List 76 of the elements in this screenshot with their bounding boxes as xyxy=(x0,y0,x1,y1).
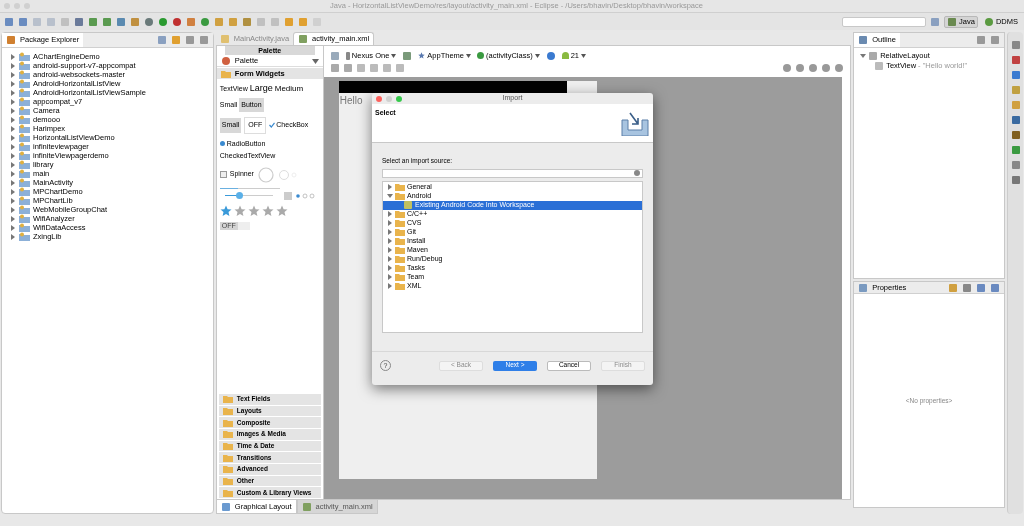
project-folder-icon xyxy=(19,232,30,241)
collapsed-arrow-icon[interactable] xyxy=(10,98,16,105)
filled-star-icon xyxy=(219,204,232,217)
collapsed-arrow-icon[interactable] xyxy=(387,265,393,272)
project-folder-icon xyxy=(19,106,30,115)
collapsed-arrow-icon[interactable] xyxy=(10,80,16,87)
collapsed-arrow-icon[interactable] xyxy=(10,125,16,132)
collapsed-arrow-icon[interactable] xyxy=(10,206,16,213)
project-folder-icon xyxy=(19,187,30,196)
progress-circles-drawing xyxy=(257,166,298,183)
zoom-button[interactable] xyxy=(396,95,402,102)
project-folder-icon xyxy=(19,223,30,232)
clear-icon[interactable] xyxy=(634,170,640,177)
collapsed-arrow-icon[interactable] xyxy=(10,224,16,231)
collapsed-arrow-icon[interactable] xyxy=(387,238,393,245)
collapsed-arrow-icon[interactable] xyxy=(387,229,393,236)
quick-contact-widget[interactable] xyxy=(283,191,292,200)
collapsed-arrow-icon[interactable] xyxy=(10,116,16,123)
expanded-arrow-icon[interactable] xyxy=(860,53,867,59)
collapsed-arrow-icon[interactable] xyxy=(10,152,16,159)
collapsed-arrow-icon[interactable] xyxy=(10,170,16,177)
radio-group-drawing xyxy=(294,192,317,199)
dropdown-arrow-icon xyxy=(311,58,319,64)
close-button[interactable] xyxy=(376,95,382,102)
project-folder-icon xyxy=(19,196,30,205)
collapsed-arrow-icon[interactable] xyxy=(10,161,16,168)
hello-text: Hello xyxy=(338,94,364,108)
collapsed-arrow-icon[interactable] xyxy=(10,62,16,69)
collapsed-arrow-icon[interactable] xyxy=(10,197,16,204)
collapsed-arrow-icon[interactable] xyxy=(10,107,16,114)
collapsed-arrow-icon[interactable] xyxy=(10,134,16,141)
project-folder-icon xyxy=(19,115,30,124)
project-folder-icon xyxy=(19,178,30,187)
project-folder-icon xyxy=(19,142,30,151)
caret-icon xyxy=(534,53,540,58)
project-folder-icon xyxy=(19,124,30,133)
filter-field[interactable] xyxy=(382,168,643,178)
collapsed-arrow-icon[interactable] xyxy=(10,188,16,195)
project-folder-icon xyxy=(19,97,30,106)
star-icon xyxy=(418,52,426,59)
project-folder-icon xyxy=(19,52,30,61)
collapsed-arrow-icon[interactable] xyxy=(387,256,393,263)
quick-access-field[interactable] xyxy=(842,16,927,27)
project-folder-icon xyxy=(19,61,30,70)
run-icon[interactable] xyxy=(158,16,168,27)
collapsed-arrow-icon[interactable] xyxy=(10,71,16,78)
collapsed-arrow-icon[interactable] xyxy=(387,283,393,290)
collapsed-arrow-icon[interactable] xyxy=(387,184,393,191)
caret-icon xyxy=(466,53,471,58)
project-folder-icon xyxy=(19,70,30,79)
collapsed-arrow-icon[interactable] xyxy=(10,143,16,150)
project-folder-icon xyxy=(19,160,30,169)
medium-text-widget[interactable]: Medium xyxy=(274,82,304,95)
collapsed-arrow-icon[interactable] xyxy=(10,233,16,240)
collapsed-arrow-icon[interactable] xyxy=(387,247,393,254)
large-text-widget[interactable]: Large xyxy=(249,82,273,96)
collapsed-arrow-icon[interactable] xyxy=(387,274,393,281)
project-folder-icon xyxy=(19,169,30,178)
expanded-arrow-icon[interactable] xyxy=(387,193,393,200)
project-folder-icon xyxy=(19,79,30,88)
collapsed-arrow-icon[interactable] xyxy=(10,89,16,96)
collapsed-arrow-icon[interactable] xyxy=(10,179,16,186)
collapsed-arrow-icon[interactable] xyxy=(387,211,393,218)
project-folder-icon xyxy=(19,133,30,142)
collapsed-arrow-icon[interactable] xyxy=(10,215,16,222)
checkmark-icon xyxy=(269,122,276,129)
project-folder-icon xyxy=(19,151,30,160)
collapsed-arrow-icon[interactable] xyxy=(10,53,16,60)
seekbar-thumb[interactable] xyxy=(236,192,244,199)
project-folder-icon xyxy=(19,88,30,97)
project-folder-icon xyxy=(19,214,30,223)
import-tray-icon xyxy=(620,110,650,136)
caret-icon xyxy=(581,53,587,58)
project-folder-icon xyxy=(19,205,30,214)
caret-icon xyxy=(391,53,397,58)
collapsed-arrow-icon[interactable] xyxy=(387,220,393,227)
